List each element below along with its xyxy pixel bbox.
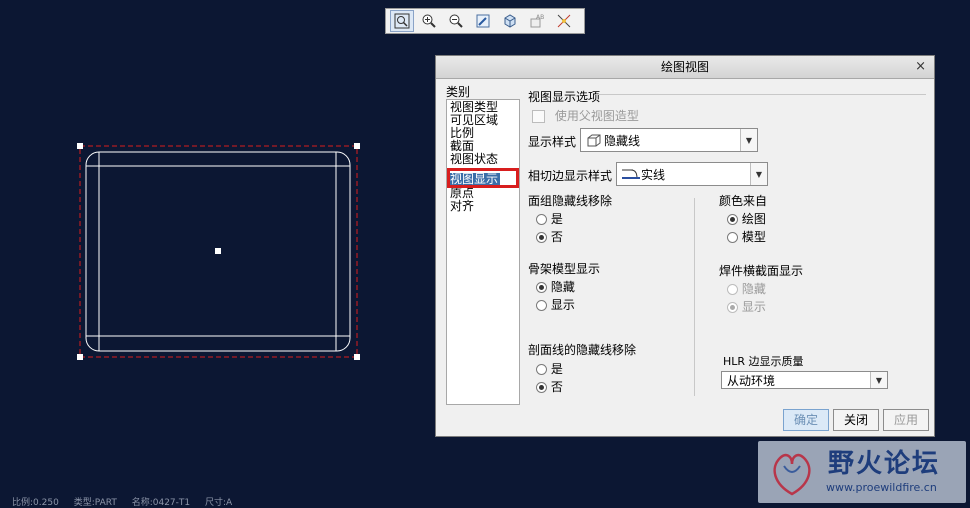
chevron-down-icon: ▼ xyxy=(870,372,887,388)
section-title: 视图显示选项 xyxy=(528,90,601,104)
view-selection-outline xyxy=(79,145,358,358)
zoom-fit-icon[interactable] xyxy=(390,10,414,32)
weld-section-label: 焊件横截面显示 xyxy=(719,264,804,278)
selection-highlight-box xyxy=(447,168,519,188)
radio-icon xyxy=(727,214,738,225)
radio-label: 否 xyxy=(550,380,563,394)
radio-label: 显示 xyxy=(741,300,766,314)
weld-section-option-hide[interactable]: 隐藏 xyxy=(727,280,766,297)
view-center-handle xyxy=(215,248,221,254)
apply-button[interactable]: 应用 xyxy=(883,409,929,431)
category-list[interactable]: 视图类型 可见区域 比例 截面 视图状态 视图显示 原点 对齐 xyxy=(446,99,520,405)
view-orientation-icon[interactable] xyxy=(498,10,522,32)
hidden-line-icon xyxy=(587,134,601,147)
radio-icon xyxy=(727,302,738,313)
weld-section-option-show[interactable]: 显示 xyxy=(727,298,766,315)
radio-label: 绘图 xyxy=(741,212,766,226)
radio-icon xyxy=(727,284,738,295)
svg-text:AB: AB xyxy=(536,14,544,21)
radio-label: 隐藏 xyxy=(741,282,766,296)
status-size: 尺寸:A xyxy=(205,498,233,508)
watermark-title: 野火论坛 xyxy=(828,449,941,479)
color-from-option-model[interactable]: 模型 xyxy=(727,228,766,245)
selection-handle xyxy=(77,354,83,360)
status-scale: 比例:0.250 xyxy=(12,498,59,508)
part-outline-outer xyxy=(85,151,351,352)
status-type: 类型:PART xyxy=(73,498,117,508)
face-hidden-option-yes[interactable]: 是 xyxy=(536,210,563,227)
datum-display-icon[interactable] xyxy=(552,10,576,32)
radio-label: 是 xyxy=(550,362,563,376)
selection-handle xyxy=(77,143,83,149)
repaint-icon[interactable] xyxy=(471,10,495,32)
radio-label: 否 xyxy=(550,230,563,244)
status-bar: 比例:0.250 类型:PART 名称:0427-T1 尺寸:A xyxy=(12,495,244,508)
radio-label: 是 xyxy=(550,212,563,226)
face-hidden-option-no[interactable]: 否 xyxy=(536,228,563,245)
dialog-title: 绘图视图 xyxy=(660,60,709,74)
watermark-url: www.proewildfire.cn xyxy=(826,481,937,494)
skeleton-option-show[interactable]: 显示 xyxy=(536,296,575,313)
chevron-down-icon: ▼ xyxy=(740,129,757,151)
dialog-titlebar: 绘图视图 × xyxy=(436,56,934,79)
radio-icon xyxy=(536,300,547,311)
chevron-down-icon: ▼ xyxy=(750,163,767,185)
zoom-out-icon[interactable] xyxy=(444,10,468,32)
status-name: 名称:0427-T1 xyxy=(131,498,191,508)
radio-icon xyxy=(536,364,547,375)
close-icon[interactable]: × xyxy=(915,56,926,78)
skeleton-label: 骨架模型显示 xyxy=(528,262,601,276)
face-hidden-label: 面组隐藏线移除 xyxy=(528,194,613,208)
solid-tangent-icon xyxy=(622,169,640,179)
radio-label: 模型 xyxy=(741,230,766,244)
tangent-style-label: 相切边显示样式 xyxy=(528,169,613,183)
selection-handle xyxy=(354,143,360,149)
radio-icon xyxy=(536,282,547,293)
section-hidden-option-yes[interactable]: 是 xyxy=(536,360,563,377)
tangent-style-value: 实线 xyxy=(641,167,666,182)
category-item[interactable]: 对齐 xyxy=(450,200,474,213)
section-hidden-option-no[interactable]: 否 xyxy=(536,378,563,395)
checkbox-icon xyxy=(532,110,545,123)
display-style-select[interactable]: 隐藏线 ▼ xyxy=(580,128,758,152)
use-parent-view-label: 使用父视图造型 xyxy=(554,109,639,123)
radio-icon xyxy=(536,214,547,225)
forum-logo-icon xyxy=(773,453,811,496)
annotation-display-icon[interactable]: AB xyxy=(525,10,549,32)
section-divider xyxy=(596,94,926,95)
hlr-quality-value: 从动环境 xyxy=(727,373,776,388)
column-divider xyxy=(694,198,695,396)
tangent-style-select[interactable]: 实线 ▼ xyxy=(616,162,768,186)
radio-icon xyxy=(536,382,547,393)
forum-watermark: 野火论坛 www.proewildfire.cn xyxy=(758,441,966,503)
close-button[interactable]: 关闭 xyxy=(833,409,879,431)
display-style-label: 显示样式 xyxy=(528,135,577,149)
hlr-quality-label: HLR 边显示质量 xyxy=(723,355,804,368)
display-style-value: 隐藏线 xyxy=(604,133,641,148)
ok-button[interactable]: 确定 xyxy=(783,409,829,431)
category-label: 类别 xyxy=(446,85,471,99)
selection-handle xyxy=(354,354,360,360)
color-from-option-drawing[interactable]: 绘图 xyxy=(727,210,766,227)
radio-label: 隐藏 xyxy=(550,280,575,294)
skeleton-option-hide[interactable]: 隐藏 xyxy=(536,278,575,295)
view-toolbar: AB xyxy=(385,8,585,34)
category-item[interactable]: 视图状态 xyxy=(450,153,498,166)
radio-label: 显示 xyxy=(550,298,575,312)
zoom-in-icon[interactable] xyxy=(417,10,441,32)
color-from-label: 颜色来自 xyxy=(719,194,768,208)
section-hidden-label: 剖面线的隐藏线移除 xyxy=(528,343,637,357)
radio-icon xyxy=(536,232,547,243)
drawing-view-dialog: 绘图视图 × 类别 视图类型 可见区域 比例 截面 视图状态 视图显示 原点 对… xyxy=(435,55,935,437)
hlr-quality-select[interactable]: 从动环境 ▼ xyxy=(721,371,888,389)
use-parent-view-checkbox[interactable]: 使用父视图造型 xyxy=(532,107,639,124)
radio-icon xyxy=(727,232,738,243)
